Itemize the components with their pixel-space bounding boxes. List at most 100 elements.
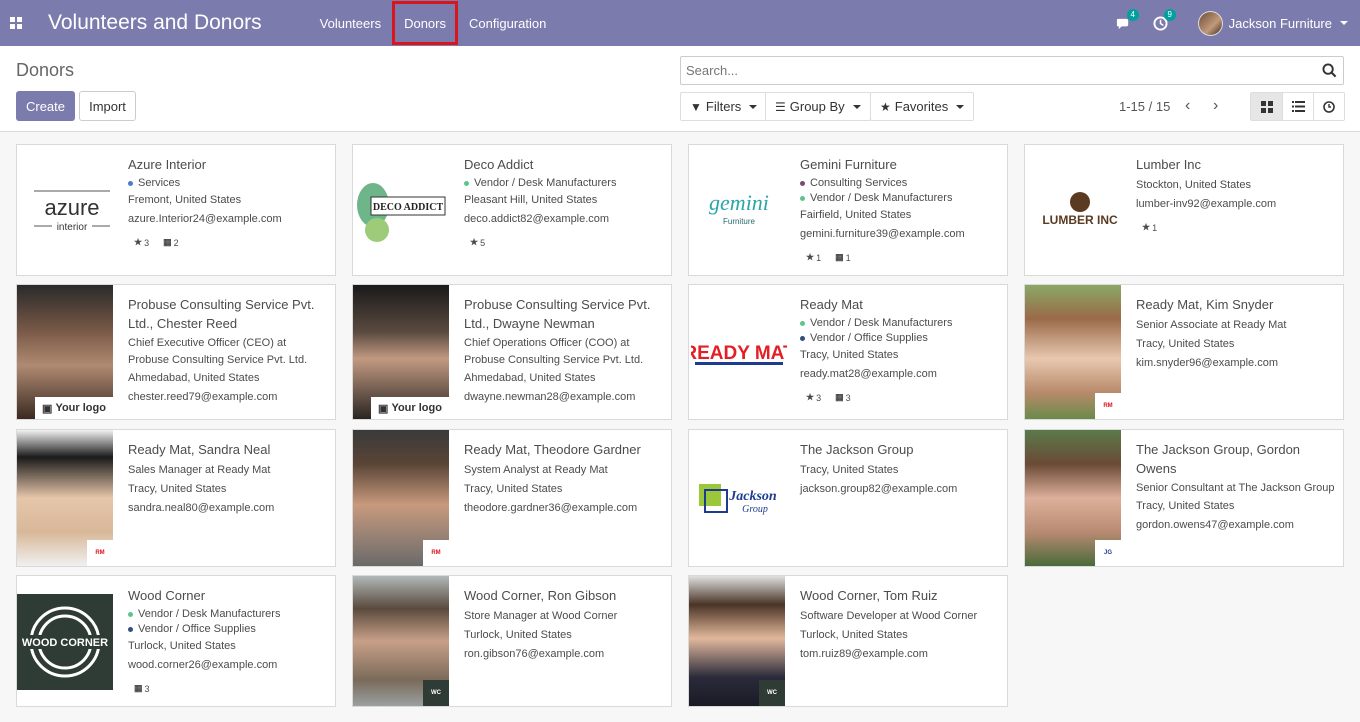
- card-tag: Consulting Services: [800, 176, 999, 191]
- view-switcher: [1250, 92, 1345, 121]
- apps-menu-icon[interactable]: [0, 0, 32, 46]
- card-line: System Analyst at Ready Mat: [464, 464, 608, 476]
- card-line: Store Manager at Wood Corner: [464, 610, 618, 622]
- search-bar[interactable]: [680, 56, 1344, 85]
- company-badge: WC: [759, 680, 785, 706]
- list-icon: [1291, 101, 1305, 112]
- groupby-button[interactable]: ☰ Group By: [765, 92, 871, 121]
- contact-photo: RM: [1025, 285, 1121, 419]
- pager-next-icon[interactable]: ›: [1213, 97, 1218, 115]
- card-email: theodore.gardner36@example.com: [464, 502, 638, 514]
- filters-label: Filters: [705, 99, 742, 114]
- card-line: Senior Associate at Ready Mat: [1136, 319, 1287, 331]
- card-stats: ★ 3 ▦ 3: [806, 392, 851, 403]
- card-line: Chief Executive Officer (CEO) at Probuse…: [128, 337, 308, 366]
- kanban-card[interactable]: DECO ADDICT Deco Addict Vendor / Desk Ma…: [352, 144, 672, 276]
- calendar-icon: ▦: [835, 252, 844, 262]
- kanban-card[interactable]: RM Ready Mat, Kim Snyder Senior Associat…: [1024, 284, 1344, 420]
- star-icon: ★: [806, 252, 815, 262]
- star-icon: ★: [806, 392, 815, 402]
- card-email: ready.mat28@example.com: [800, 368, 937, 380]
- kanban-card[interactable]: Jackson Group The Jackson Group Tracy, Un…: [688, 429, 1008, 567]
- card-name: Ready Mat, Sandra Neal: [128, 442, 271, 457]
- import-button[interactable]: Import: [79, 91, 136, 121]
- kanban-card[interactable]: JG The Jackson Group, Gordon Owens Senio…: [1024, 429, 1344, 567]
- menu-volunteers[interactable]: Volunteers: [310, 0, 391, 46]
- card-email: sandra.neal80@example.com: [128, 502, 275, 514]
- pager-value[interactable]: 1-15 / 15: [1119, 99, 1170, 114]
- messages-button[interactable]: 4: [1116, 8, 1139, 31]
- card-tag: Vendor / Desk Manufacturers: [800, 191, 999, 206]
- activity-view-button[interactable]: [1313, 93, 1344, 120]
- filters-button[interactable]: ▼ Filters: [680, 92, 768, 121]
- card-name: Gemini Furniture: [800, 157, 897, 172]
- activities-badge: 9: [1163, 8, 1176, 21]
- chevron-down-icon: [956, 104, 965, 109]
- kanban-card[interactable]: WC Wood Corner, Tom Ruiz Software Develo…: [688, 575, 1008, 707]
- kanban-card[interactable]: RM Ready Mat, Sandra Neal Sales Manager …: [16, 429, 336, 567]
- card-name: Ready Mat, Theodore Gardner: [464, 442, 641, 457]
- card-email: deco.addict82@example.com: [464, 213, 610, 225]
- company-badge: ▣ Your logo: [371, 397, 449, 419]
- pager-previous-icon[interactable]: ‹: [1185, 97, 1190, 115]
- user-name: Jackson Furniture: [1228, 15, 1332, 31]
- card-line: Ahmedabad, United States: [464, 372, 596, 384]
- card-line: Sales Manager at Ready Mat: [128, 464, 271, 476]
- card-name: Ready Mat, Kim Snyder: [1136, 297, 1274, 312]
- card-name: Probuse Consulting Service Pvt. Ltd., Ch…: [128, 297, 315, 331]
- svg-text:interior: interior: [57, 222, 88, 233]
- kanban-card[interactable]: WC Wood Corner, Ron Gibson Store Manager…: [352, 575, 672, 707]
- card-line: Turlock, United States: [800, 629, 908, 641]
- list-view-button[interactable]: [1282, 93, 1313, 120]
- user-avatar: [1197, 10, 1223, 36]
- kanban-card[interactable]: WOOD CORNER Wood Corner Vendor / Desk Ma…: [16, 575, 336, 707]
- svg-text:azure: azure: [44, 195, 99, 220]
- card-email: gemini.furniture39@example.com: [800, 228, 965, 240]
- menu-configuration[interactable]: Configuration: [459, 0, 556, 46]
- card-line: Tracy, United States: [800, 349, 899, 361]
- calendar-icon: ▦: [134, 683, 143, 693]
- activities-button[interactable]: 9: [1153, 8, 1176, 31]
- star-icon: ★: [1142, 222, 1151, 232]
- menu-donors[interactable]: Donors: [391, 0, 459, 46]
- company-badge: WC: [423, 680, 449, 706]
- svg-text:WOOD CORNER: WOOD CORNER: [22, 637, 108, 649]
- company-logo: WOOD CORNER: [17, 594, 113, 690]
- card-line: Pleasant Hill, United States: [464, 194, 598, 206]
- kanban-card[interactable]: ▣ Your logo Probuse Consulting Service P…: [16, 284, 336, 420]
- card-line: Tracy, United States: [1136, 338, 1235, 350]
- card-name: Deco Addict: [464, 157, 534, 172]
- card-name: Azure Interior: [128, 157, 207, 172]
- company-badge: ▣ Your logo: [35, 397, 113, 419]
- kanban-card[interactable]: ▣ Your logo Probuse Consulting Service P…: [352, 284, 672, 420]
- contact-photo: WC: [353, 576, 449, 706]
- card-line: Fremont, United States: [128, 194, 242, 206]
- calendar-icon: ▦: [835, 392, 844, 402]
- card-email: chester.reed79@example.com: [128, 391, 278, 403]
- kanban-card[interactable]: LUMBER INC Lumber Inc Stockton, United S…: [1024, 144, 1344, 276]
- kanban-view-button[interactable]: [1251, 93, 1282, 120]
- svg-text:DECO ADDICT: DECO ADDICT: [373, 202, 444, 213]
- kanban-card[interactable]: azure interior Azure Interior Services Fr…: [16, 144, 336, 276]
- card-tag: Vendor / Desk Manufacturers: [128, 607, 327, 622]
- filter-icon: ▼: [690, 99, 702, 114]
- card-line: Tracy, United States: [128, 483, 227, 495]
- company-logo: READY MAT: [689, 285, 789, 419]
- card-name: Wood Corner, Tom Ruiz: [800, 588, 938, 603]
- card-email: wood.corner26@example.com: [128, 659, 278, 671]
- search-icon[interactable]: [1322, 63, 1337, 78]
- card-tag: Vendor / Desk Manufacturers: [464, 176, 663, 191]
- company-logo: gemini Furniture: [689, 145, 789, 275]
- user-menu[interactable]: Jackson Furniture: [1197, 10, 1348, 36]
- svg-text:LUMBER INC: LUMBER INC: [1042, 213, 1118, 227]
- card-email: azure.Interior24@example.com: [128, 213, 282, 225]
- favorites-button[interactable]: ★ Favorites: [870, 92, 975, 121]
- kanban-card[interactable]: gemini Furniture Gemini Furniture Consult…: [688, 144, 1008, 276]
- search-input[interactable]: [686, 63, 1306, 78]
- control-panel: Donors Create Import ▼ Filters ☰ Group B…: [0, 46, 1360, 132]
- create-button[interactable]: Create: [16, 91, 75, 121]
- card-line: Tracy, United States: [1136, 500, 1235, 512]
- kanban-card[interactable]: READY MAT Ready Mat Vendor / Desk Manufa…: [688, 284, 1008, 420]
- kanban-card[interactable]: RM Ready Mat, Theodore Gardner System An…: [352, 429, 672, 567]
- kanban-icon: [1260, 100, 1273, 113]
